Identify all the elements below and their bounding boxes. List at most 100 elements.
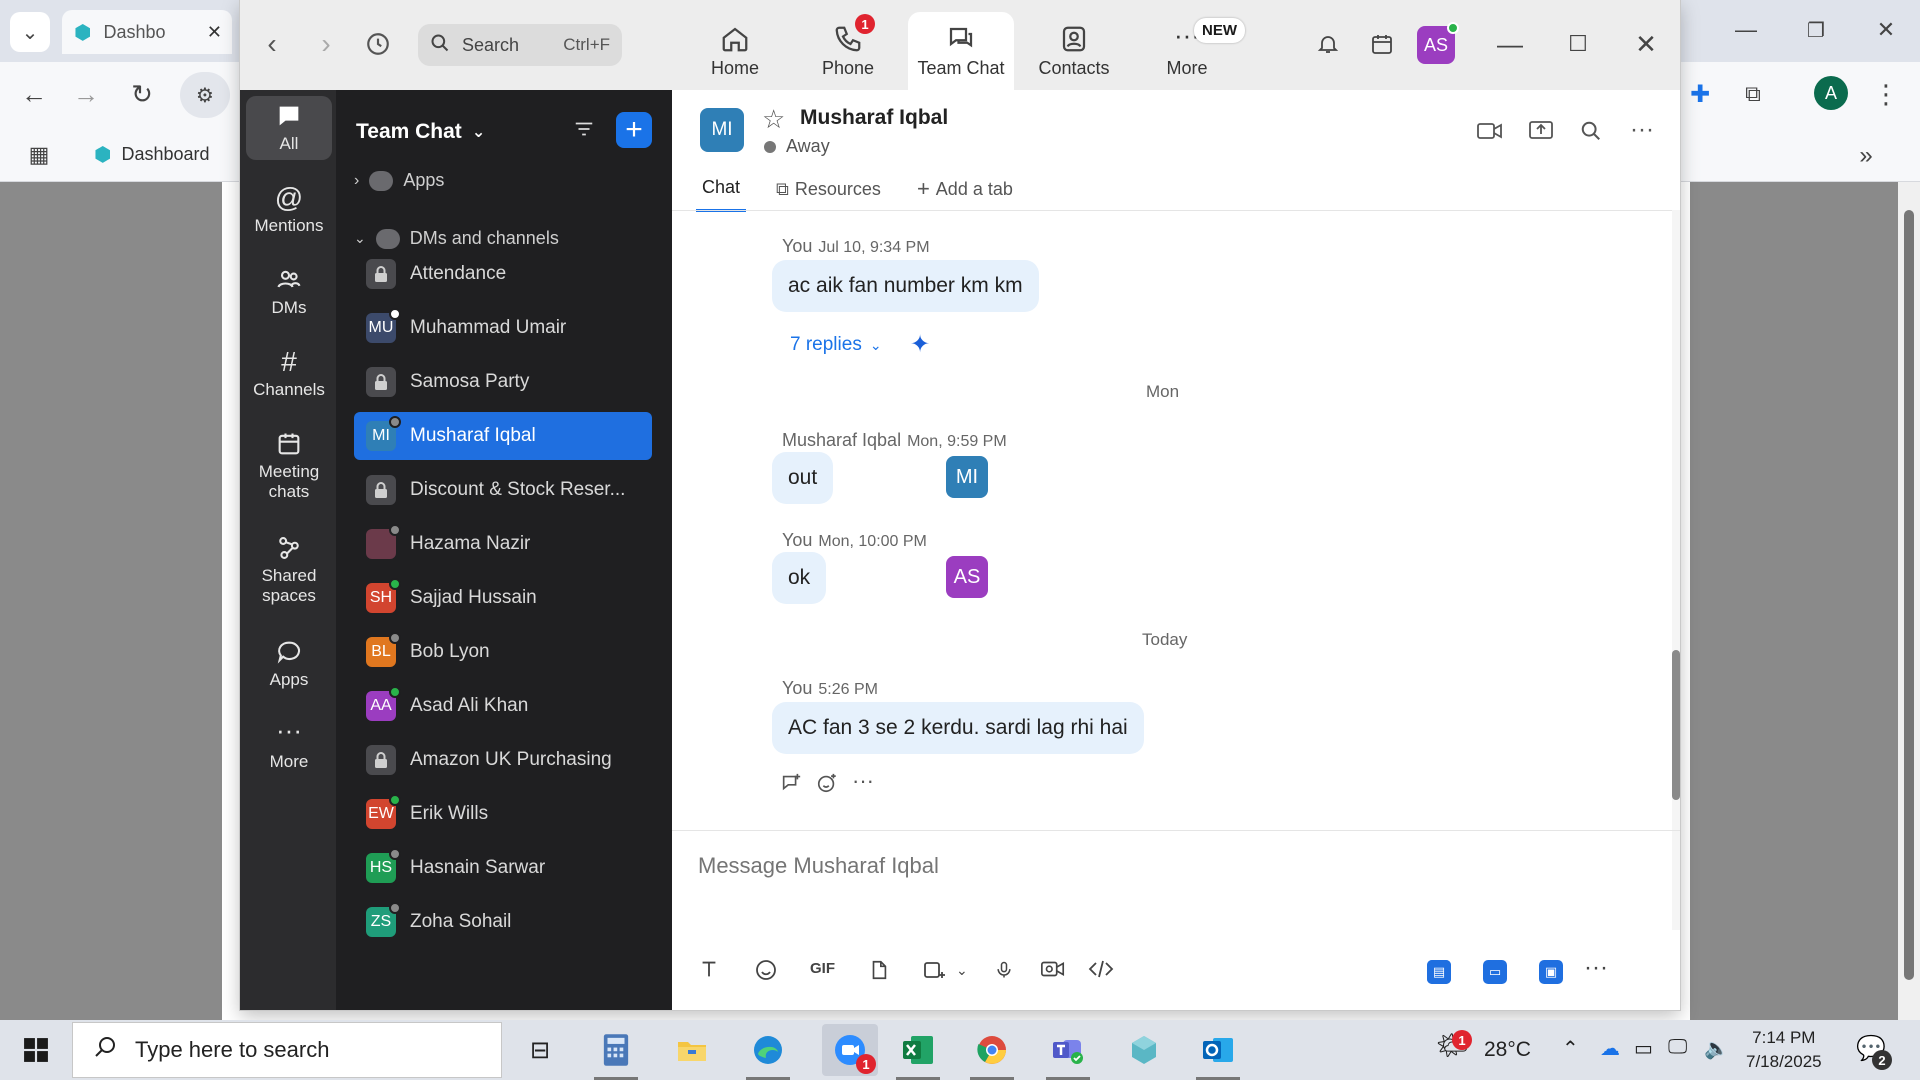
close-window-icon[interactable]: ✕ xyxy=(1866,10,1906,50)
maximize-icon[interactable]: ☐ xyxy=(1558,24,1598,64)
extensions-puzzle-icon[interactable]: ⧉ xyxy=(1733,74,1773,114)
message-more-icon[interactable]: ··· xyxy=(852,768,874,794)
channel-item[interactable]: BL Bob Lyon xyxy=(354,628,652,676)
tab-add[interactable]: + Add a tab xyxy=(911,176,1019,212)
search-box[interactable]: Search Ctrl+F xyxy=(418,24,622,66)
chevron-up-icon[interactable]: ⌃ xyxy=(1562,1036,1579,1061)
chevron-down-icon[interactable]: ⌄ xyxy=(956,962,968,979)
bell-icon[interactable] xyxy=(1308,24,1348,64)
tab-team-chat[interactable]: Team Chat xyxy=(908,12,1014,90)
back-icon[interactable]: ‹ xyxy=(254,26,290,62)
taskbar-search[interactable]: Type here to search xyxy=(72,1022,502,1078)
excel-icon[interactable] xyxy=(896,1028,940,1080)
channel-item[interactable]: MI Musharaf Iqbal xyxy=(354,412,652,460)
rail-item-all[interactable]: All xyxy=(246,96,332,161)
channel-item[interactable]: Hazama Nazir xyxy=(354,520,652,568)
message-bubble[interactable]: AC fan 3 se 2 kerdu. sardi lag rhi hai xyxy=(772,702,1144,754)
taskbar-clock[interactable]: 7:14 PM 7/18/2025 xyxy=(1746,1026,1822,1074)
docs-app-icon[interactable]: ▣ xyxy=(1539,960,1563,984)
channel-item[interactable]: EW Erik Wills xyxy=(354,790,652,838)
zoom-taskbar-icon[interactable]: 1 xyxy=(822,1024,878,1076)
notes-app-icon[interactable]: ▤ xyxy=(1427,960,1451,984)
file-icon[interactable] xyxy=(868,958,890,982)
tab-more[interactable]: ··· More NEW xyxy=(1134,12,1245,90)
share-screen-icon[interactable] xyxy=(1528,120,1554,148)
new-chat-button[interactable]: + xyxy=(616,112,652,148)
channel-item[interactable]: HS Hasnain Sarwar xyxy=(354,844,652,892)
onedrive-icon[interactable]: ☁ xyxy=(1600,1036,1620,1061)
tab-chat[interactable]: Chat xyxy=(696,176,747,212)
more-options-icon[interactable]: ··· xyxy=(1630,116,1654,144)
chrome-icon[interactable] xyxy=(970,1028,1014,1080)
channel-item[interactable]: SH Sajjad Hussain xyxy=(354,574,652,622)
video-call-icon[interactable] xyxy=(1476,120,1504,148)
emoji-icon[interactable] xyxy=(754,958,778,982)
reload-icon[interactable]: ↻ xyxy=(122,74,162,114)
microphone-icon[interactable] xyxy=(994,958,1014,982)
format-text-icon[interactable] xyxy=(698,958,720,980)
message-bubble[interactable]: out xyxy=(772,452,834,504)
windows-start-icon[interactable] xyxy=(14,1028,58,1072)
tab-search-icon[interactable]: ⌄ xyxy=(10,12,50,52)
channel-item[interactable]: Amazon UK Purchasing xyxy=(354,736,652,784)
task-view-icon[interactable]: ⊟ xyxy=(518,1028,562,1072)
forward-icon[interactable]: → xyxy=(66,74,106,114)
channel-item[interactable]: Attendance xyxy=(354,250,652,298)
section-apps[interactable]: › Apps xyxy=(354,170,444,191)
channel-item[interactable]: MU Muhammad Umair xyxy=(354,304,652,352)
message-bubble[interactable]: ok xyxy=(772,552,827,604)
calculator-icon[interactable] xyxy=(594,1028,638,1080)
more-tools-icon[interactable]: ··· xyxy=(1584,954,1608,982)
browser-scrollbar-thumb[interactable] xyxy=(1904,210,1914,980)
channel-item[interactable]: Samosa Party xyxy=(354,358,652,406)
history-icon[interactable] xyxy=(360,26,396,62)
edge-icon[interactable] xyxy=(746,1028,790,1080)
team-chat-dropdown[interactable]: Team Chat ⌄ xyxy=(356,120,485,144)
battery-icon[interactable]: ▭ xyxy=(1634,1036,1653,1061)
message-avatar[interactable]: AS xyxy=(946,556,988,598)
volume-icon[interactable]: 🔈 xyxy=(1704,1036,1729,1061)
apps-grid-icon[interactable]: ▦ xyxy=(20,136,58,174)
file-explorer-icon[interactable] xyxy=(670,1028,714,1072)
video-message-icon[interactable] xyxy=(1040,958,1066,980)
close-icon[interactable]: ✕ xyxy=(1626,24,1666,64)
add-reaction-icon[interactable] xyxy=(816,772,838,800)
rail-item-meeting-chats[interactable]: Meeting chats xyxy=(246,424,332,509)
calendar-icon[interactable] xyxy=(1362,24,1402,64)
minimize-icon[interactable]: — xyxy=(1490,24,1530,64)
extension-icon[interactable]: ✚ xyxy=(1680,74,1720,114)
contact-name[interactable]: Musharaf Iqbal xyxy=(800,106,948,130)
rail-item-apps[interactable]: Apps xyxy=(246,632,332,696)
message-input[interactable] xyxy=(698,846,1638,886)
forward-icon[interactable]: › xyxy=(308,26,344,62)
star-icon[interactable]: ☆ xyxy=(762,104,785,135)
ai-summary-icon[interactable]: ✦ xyxy=(910,330,930,359)
search-icon[interactable] xyxy=(1580,120,1602,148)
rail-item-dms[interactable]: DMs xyxy=(246,260,332,324)
tab-phone[interactable]: Phone 1 xyxy=(795,12,901,90)
chat-scrollbar-thumb[interactable] xyxy=(1672,650,1680,800)
screenshot-icon[interactable] xyxy=(922,958,946,982)
outlook-icon[interactable] xyxy=(1196,1028,1240,1080)
tab-resources[interactable]: ⧉ Resources xyxy=(770,176,887,212)
section-dms-channels[interactable]: ⌄ DMs and channels xyxy=(354,228,559,249)
channel-item[interactable]: AA Asad Ali Khan xyxy=(354,682,652,730)
back-icon[interactable]: ← xyxy=(14,74,54,114)
filter-icon[interactable] xyxy=(572,118,596,147)
rail-item-more[interactable]: ··· More xyxy=(246,714,332,778)
chat-scrollbar[interactable] xyxy=(1672,210,1680,930)
reply-icon[interactable] xyxy=(780,772,802,800)
restore-icon[interactable]: ❐ xyxy=(1796,10,1836,50)
contact-avatar[interactable]: MI xyxy=(700,108,744,152)
bookmark-dashboard[interactable]: ⬢ Dashboard xyxy=(94,142,210,167)
rail-item-channels[interactable]: # Channels xyxy=(246,342,332,406)
message-avatar[interactable]: MI xyxy=(946,456,988,498)
browser-scrollbar[interactable] xyxy=(1898,182,1920,1020)
code-snippet-icon[interactable] xyxy=(1088,958,1114,980)
tab-home[interactable]: Home xyxy=(682,12,788,90)
channel-item[interactable]: Discount & Stock Reser... xyxy=(354,466,652,514)
minimize-icon[interactable]: — xyxy=(1726,10,1766,50)
weather-temp[interactable]: 28°C xyxy=(1484,1038,1531,1062)
whiteboard-app-icon[interactable]: ▭ xyxy=(1483,960,1507,984)
dashboard-app-icon[interactable] xyxy=(1122,1028,1166,1072)
